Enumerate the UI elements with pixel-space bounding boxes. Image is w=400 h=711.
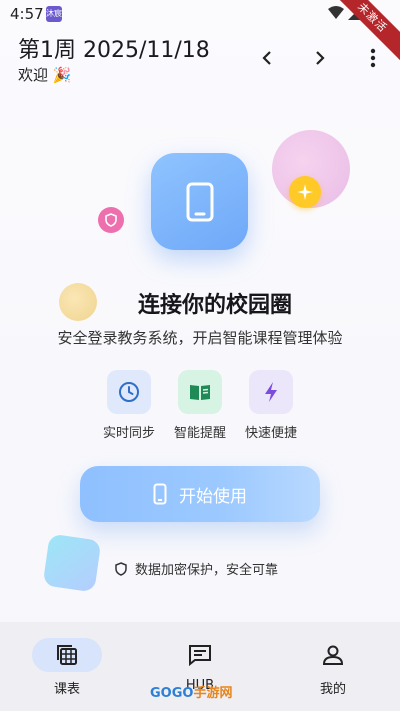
shield-icon (115, 561, 127, 576)
chat-icon (189, 645, 211, 666)
more-vert-icon (370, 48, 376, 68)
tab-label: 课表 (53, 682, 80, 697)
app-notification-badge: 沐宸 (46, 6, 62, 22)
chevron-right-icon (316, 51, 325, 65)
tab-label: 我的 (319, 682, 346, 697)
page-title: 第1周 2025/11/18 (18, 38, 210, 63)
feature-fast: 快速便捷 (231, 370, 311, 441)
feature-label: 实时同步 (102, 426, 155, 441)
bolt-icon (249, 370, 293, 414)
decorative-card (42, 533, 102, 593)
feature-sync: 实时同步 (89, 370, 169, 441)
prev-week-button[interactable] (253, 44, 281, 72)
sparkle-icon (289, 176, 321, 208)
calendar-grid-icon (57, 645, 77, 665)
watermark-logo: GOGO手游网 (150, 686, 233, 701)
smartphone-icon (153, 483, 167, 505)
feature-reminder: 智能提醒 (160, 370, 240, 441)
shield-icon (98, 207, 124, 233)
hero-title: 连接你的校园圈 (137, 293, 292, 318)
feature-label: 快速便捷 (244, 426, 297, 441)
chevron-left-icon (262, 51, 271, 65)
start-button[interactable]: 开始使用 (80, 466, 320, 522)
book-icon (178, 370, 222, 414)
feature-label: 智能提醒 (173, 426, 226, 441)
person-icon (322, 645, 344, 665)
smartphone-icon (186, 182, 213, 221)
wifi-icon (328, 6, 344, 19)
hero-subtitle: 安全登录教务系统，开启智能课程管理体验 (57, 329, 343, 347)
next-week-button[interactable] (306, 44, 334, 72)
tab-schedule[interactable]: 课表 (17, 630, 117, 697)
tab-profile[interactable]: 我的 (283, 630, 383, 697)
welcome-text: 欢迎 🎉 (18, 66, 72, 84)
more-menu-button[interactable] (359, 44, 387, 72)
clock-icon (107, 370, 151, 414)
status-time: 4:57 (10, 5, 44, 23)
secure-note-text: 数据加密保护，安全可靠 (135, 563, 279, 578)
start-button-label: 开始使用 (179, 486, 247, 507)
hero-phone-card (151, 153, 248, 250)
secure-note: 数据加密保护，安全可靠 (115, 559, 278, 578)
